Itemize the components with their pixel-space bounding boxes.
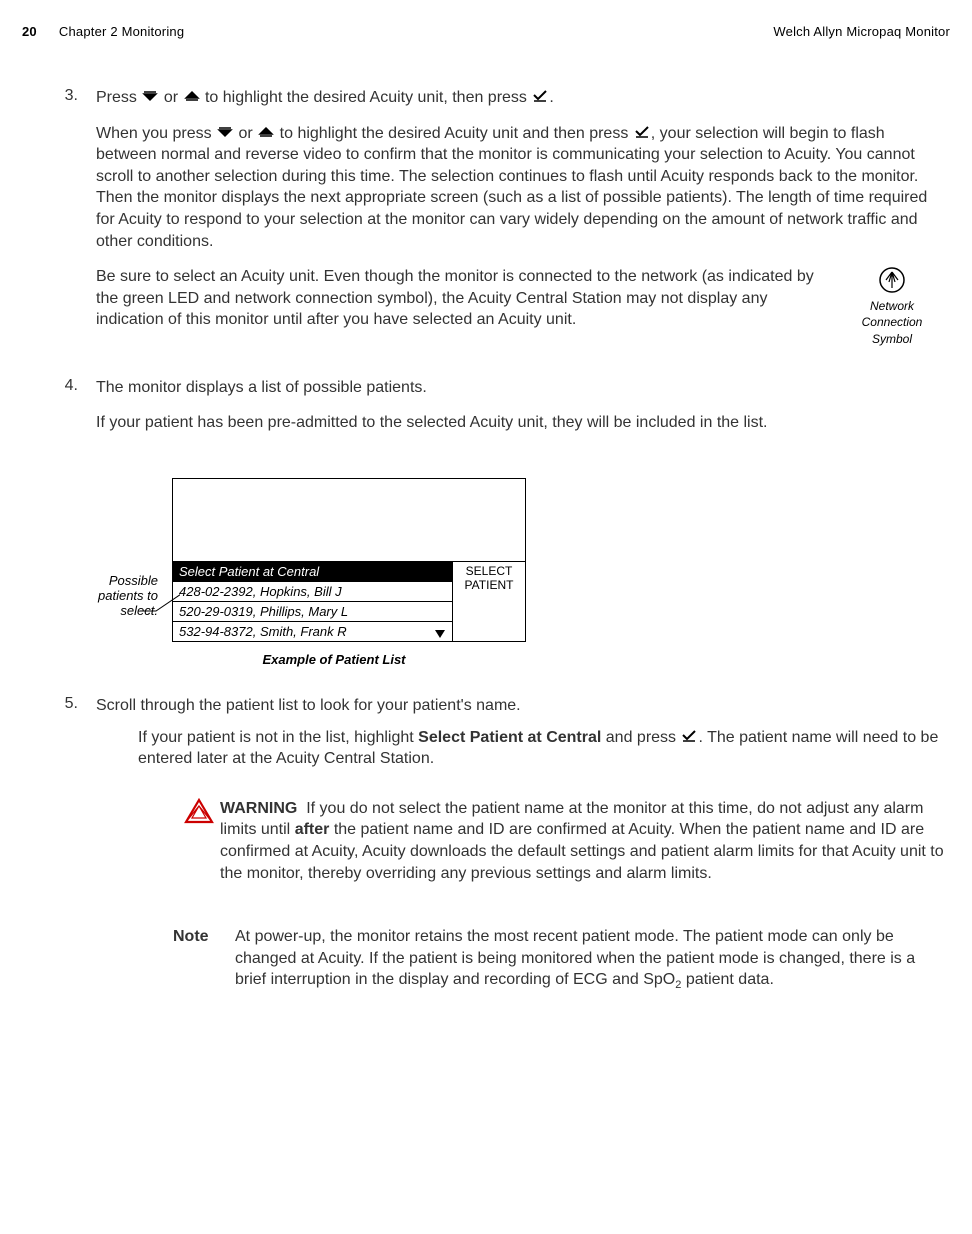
step3-p2-b: or [239, 125, 253, 142]
down-arrow-icon [216, 123, 234, 145]
device-screen-top [173, 479, 525, 562]
patient-row-3-text: 532-94-8372, Smith, Frank R [179, 624, 347, 639]
step5-p2-b: and press [601, 729, 680, 746]
patient-list-rows: Select Patient at Central 428-02-2392, H… [173, 562, 453, 641]
step3-p2-c: to highlight the desired Acuity unit and… [280, 125, 629, 142]
callout-leader-line [140, 586, 180, 624]
step5-p2-bold: Select Patient at Central [418, 729, 601, 746]
step3-text-c: to highlight the desired Acuity unit, th… [205, 89, 527, 106]
step3-text-a: Press [96, 89, 137, 106]
step3-p3: Be sure to select an Acuity unit. Even t… [96, 268, 814, 328]
netconn-label-2: Symbol [840, 331, 944, 347]
warning-text-b: the patient name and ID are confirmed at… [220, 821, 944, 881]
patient-row-1: 428-02-2392, Hopkins, Bill J [173, 582, 452, 602]
warning-block: WARNING If you do not select the patient… [178, 798, 944, 884]
note-text-b: patient data. [681, 971, 774, 988]
step5-line1: Scroll through the patient list to look … [96, 695, 944, 717]
checkmark-icon [680, 727, 698, 749]
device-side-panel: SELECT PATIENT [453, 562, 525, 641]
step-4-number: 4. [28, 377, 96, 448]
chapter-title: Chapter 2 Monitoring [59, 24, 184, 39]
scroll-more-down-icon [434, 627, 446, 642]
callout-l2: patients to [28, 588, 158, 603]
step4-p2: If your patient has been pre-admitted to… [96, 412, 944, 434]
note-block: Note At power-up, the monitor retains th… [173, 926, 944, 993]
checkmark-icon [633, 123, 651, 145]
step-3-number: 3. [28, 87, 96, 361]
patient-row-2: 520-29-0319, Phillips, Mary L [173, 602, 452, 622]
checkmark-icon [531, 87, 549, 109]
step4-line1: The monitor displays a list of possible … [96, 377, 944, 399]
step-4: 4. The monitor displays a list of possib… [28, 377, 944, 448]
device-screen: Select Patient at Central 428-02-2392, H… [172, 478, 526, 642]
step3-text-d: . [549, 89, 553, 106]
figure-caption: Example of Patient List [158, 652, 510, 667]
side-line1: SELECT [453, 564, 525, 578]
warning-text-bold: after [295, 821, 330, 838]
step-5-number: 5. [28, 695, 96, 780]
step-5: 5. Scroll through the patient list to lo… [28, 695, 944, 780]
step-3: 3. Press or to highlight the desired Acu… [28, 87, 944, 361]
patient-list-figure: Possible patients to select. Select Pati… [28, 478, 944, 667]
note-label: Note [173, 926, 235, 993]
page-number: 20 [22, 24, 37, 39]
step3-p2-d: , your selection will begin to flash bet… [96, 125, 927, 250]
callout-l1: Possible [28, 573, 158, 588]
network-connection-callout: Network Connection Symbol [840, 266, 944, 347]
patient-row-3: 532-94-8372, Smith, Frank R [173, 622, 452, 641]
warning-label: WARNING [220, 800, 297, 817]
step3-p2-a: When you press [96, 125, 212, 142]
warning-icon [178, 798, 220, 884]
up-arrow-icon [257, 123, 275, 145]
step5-p2-a: If your patient is not in the list, high… [138, 729, 418, 746]
down-arrow-icon [141, 87, 159, 109]
note-text-a: At power-up, the monitor retains the mos… [235, 928, 915, 988]
side-line2: PATIENT [453, 578, 525, 592]
patient-list-title-row: Select Patient at Central [173, 562, 452, 582]
callout-l3: select. [28, 603, 158, 618]
network-connection-icon [878, 266, 906, 294]
product-name: Welch Allyn Micropaq Monitor [773, 24, 950, 39]
netconn-label-1: Network Connection [840, 298, 944, 330]
page-header: 20 Chapter 2 Monitoring Welch Allyn Micr… [22, 24, 950, 39]
step3-text-b: or [164, 89, 178, 106]
up-arrow-icon [183, 87, 201, 109]
